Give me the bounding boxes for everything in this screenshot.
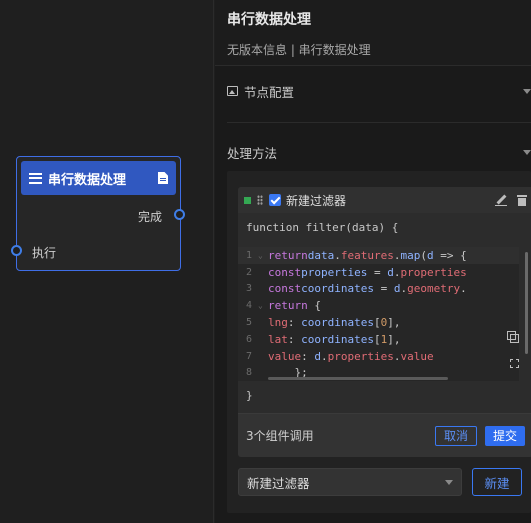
horizontal-scrollbar[interactable] [268,377,448,380]
cancel-button[interactable]: 取消 [434,425,477,446]
code-editor[interactable]: 1 ⌄ return data. features. map(d => { 2 con… [238,247,519,381]
filter-select[interactable]: 新建过滤器 [238,468,462,496]
methods-container: 新建过滤器 function filter(data) { 1 ⌄ return … [227,171,531,513]
line-number: 7 [246,350,253,362]
edit-icon[interactable] [495,194,507,206]
status-indicator [244,196,251,204]
section-process-method-label: 处理方法 [227,145,278,161]
settings-panel: 串行数据处理 无版本信息 | 串行数据处理 节点配置 处理方法 新建过滤器 fu… [215,0,531,523]
chevron-down-icon [523,88,531,94]
node-header[interactable]: 串行数据处理 [21,161,176,195]
code-line[interactable]: 7 value: d. properties. value [238,348,519,365]
divider [227,122,531,123]
code-line[interactable]: 2 const properties = d. properties [238,264,519,281]
document-icon[interactable] [158,172,168,184]
line-number: 4 [246,300,253,312]
panel-subtitle: 无版本信息 | 串行数据处理 [227,43,371,57]
line-number: 5 [246,317,253,329]
panel-header: 串行数据处理 无版本信息 | 串行数据处理 [215,0,531,66]
trash-icon[interactable] [517,194,527,206]
output-port-label: 完成 [138,210,163,224]
function-signature: function filter(data) { [238,213,531,243]
chevron-down-icon [445,479,453,485]
fullscreen-icon[interactable] [510,359,519,368]
new-filter-button[interactable]: 新建 [472,468,522,496]
image-icon [227,86,238,96]
line-number: 8 [246,367,253,379]
node-title: 串行数据处理 [48,172,127,188]
line-number: 1 [246,249,253,261]
filter-name: 新建过滤器 [286,193,347,208]
code-line[interactable]: 3 const coordinates = d. geometry. [238,281,519,298]
function-signature-text: function filter(data) { [246,221,399,234]
function-closing-brace: } [246,389,253,402]
flow-canvas[interactable]: 串行数据处理 完成 执行 [0,0,214,523]
filter-select-value: 新建过滤器 [247,475,310,491]
vertical-scrollbar[interactable] [525,252,528,354]
fold-icon[interactable]: ⌄ [258,251,268,260]
code-line[interactable]: 4 ⌄ return { [238,297,519,314]
filter-card-header: 新建过滤器 [238,187,531,213]
filter-enabled-checkbox[interactable] [269,194,281,206]
code-line[interactable]: 1 ⌄ return data. features. map(d => { [238,247,519,264]
server-icon [29,172,42,184]
section-node-config-label: 节点配置 [244,84,295,100]
filter-card-footer: 3个组件调用 取消 提交 [238,413,531,457]
line-number: 3 [246,283,253,295]
filter-card: 新建过滤器 function filter(data) { 1 ⌄ return … [238,187,531,457]
line-number: 6 [246,333,253,345]
line-number: 2 [246,266,253,278]
submit-button[interactable]: 提交 [484,425,525,446]
section-node-config[interactable]: 节点配置 [227,81,531,101]
input-port-label: 执行 [32,246,57,260]
code-line[interactable]: 6 lat: coordinates[1], [238,331,519,348]
panel-title: 串行数据处理 [227,12,311,28]
input-port[interactable] [11,245,22,256]
copy-icon[interactable] [507,331,519,343]
fold-icon[interactable]: ⌄ [258,301,268,310]
code-line[interactable]: 5 lng: coordinates[0], [238,314,519,331]
component-count: 3个组件调用 [246,429,314,443]
drag-handle-icon[interactable] [257,195,263,205]
output-port[interactable] [174,209,185,220]
flow-node[interactable]: 串行数据处理 完成 执行 [11,156,185,271]
chevron-down-icon [523,149,531,155]
section-process-method[interactable]: 处理方法 [227,142,531,162]
